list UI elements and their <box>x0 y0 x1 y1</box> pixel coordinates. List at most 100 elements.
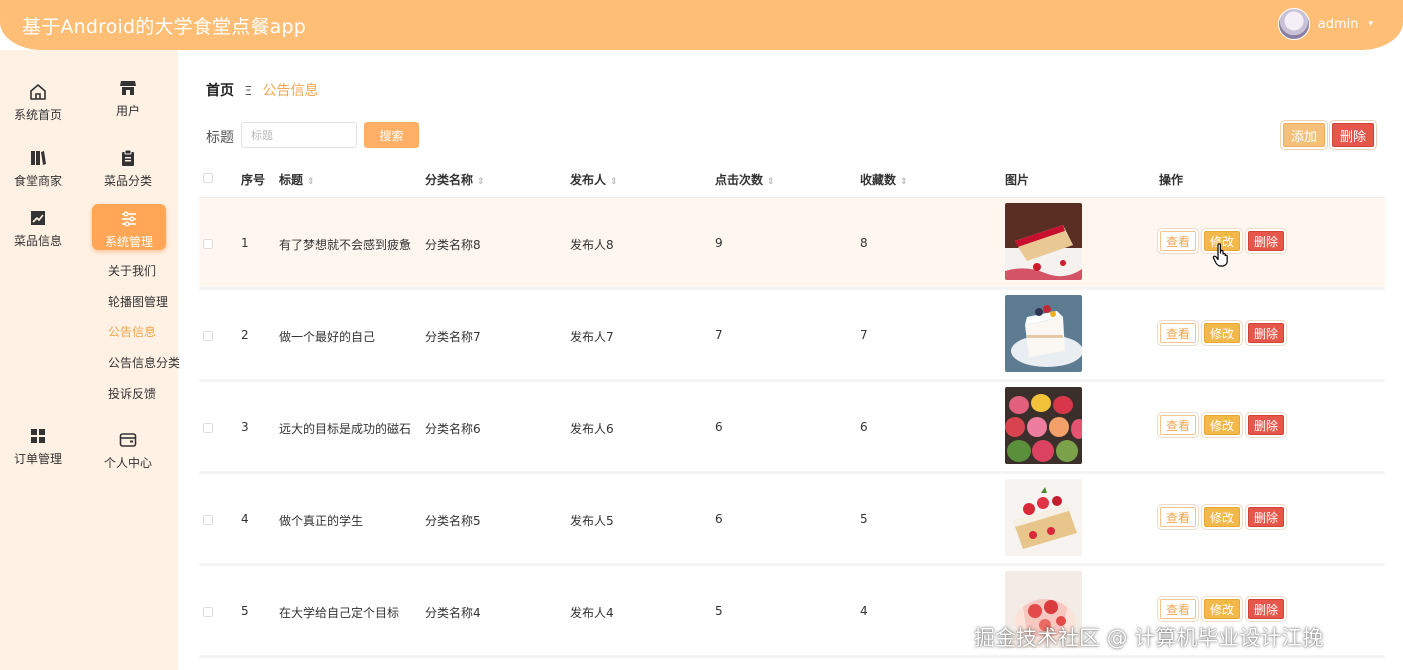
sort-icon[interactable]: ⇕ <box>307 177 315 187</box>
column-header-label: 分类名称 <box>425 173 474 187</box>
cell-category: 分类名称8 <box>425 238 481 252</box>
chevron-down-icon[interactable]: ▾ <box>1368 19 1373 29</box>
cell-index: 4 <box>241 512 249 526</box>
row-checkbox[interactable] <box>203 331 213 341</box>
row-actions: 查看 修改 删除 <box>1160 599 1284 619</box>
table-row[interactable]: 4 做个真正的学生 分类名称5 发布人5 6 5 查看 修改 删除 <box>199 474 1385 566</box>
add-button[interactable]: 添加 <box>1283 123 1325 147</box>
macarons-image <box>1005 387 1082 464</box>
sort-icon[interactable]: ⇕ <box>610 177 618 187</box>
cell-favorites: 8 <box>860 236 868 250</box>
view-button[interactable]: 查看 <box>1160 231 1196 251</box>
cell-index: 1 <box>241 236 249 250</box>
delete-button[interactable]: 删除 <box>1248 599 1284 619</box>
sidebar-subitem-feedback[interactable]: 投诉反馈 <box>108 385 156 402</box>
sidebar-item-label: 系统管理 <box>104 235 153 249</box>
watermark: 掘金技术社区 @ 计算机毕业设计江挽 <box>974 626 1324 650</box>
sidebar-item-orders[interactable]: 订单管理 <box>0 426 76 467</box>
books-icon <box>31 151 46 165</box>
cell-publisher: 发布人5 <box>570 514 614 528</box>
sidebar-item-users[interactable]: 用户 <box>90 78 166 119</box>
sort-icon[interactable]: ⇕ <box>477 177 485 187</box>
username[interactable]: admin <box>1318 17 1359 32</box>
delete-button[interactable]: 删除 <box>1248 231 1284 251</box>
sidebar-item-label: 系统首页 <box>13 108 62 122</box>
cell-publisher: 发布人8 <box>570 238 614 252</box>
clipboard-icon <box>122 149 134 166</box>
sidebar-item-system-management[interactable]: 系统管理 <box>92 204 166 250</box>
column-header-publisher[interactable]: 发布人 ⇕ <box>570 171 618 188</box>
breadcrumb-home[interactable]: 首页 <box>206 83 234 99</box>
sidebar-subitem-about-us[interactable]: 关于我们 <box>108 262 156 279</box>
wallet-icon <box>119 433 137 447</box>
sidebar-item-label: 订单管理 <box>13 452 62 466</box>
row-checkbox[interactable] <box>203 423 213 433</box>
column-header-label: 点击次数 <box>715 173 764 187</box>
sidebar-item-profile[interactable]: 个人中心 <box>90 430 166 471</box>
cell-title: 有了梦想就不会感到疲惫 <box>279 238 412 252</box>
sidebar-item-canteen-merchants[interactable]: 食堂商家 <box>0 148 76 189</box>
sidebar-subitem-announcement-category[interactable]: 公告信息分类 <box>108 354 180 371</box>
search-button[interactable]: 搜索 <box>364 122 419 148</box>
sidebar-subitem-carousel[interactable]: 轮播图管理 <box>108 293 168 310</box>
row-actions: 查看 修改 删除 <box>1160 323 1284 343</box>
strawberry-roll-image <box>1005 479 1082 556</box>
column-header-label: 收藏数 <box>860 173 897 187</box>
sidebar-item-dish-info[interactable]: 菜品信息 <box>0 208 76 249</box>
table-row[interactable]: 3 远大的目标是成功的磁石 分类名称6 发布人6 6 6 查看 修改 删除 <box>199 382 1385 474</box>
view-button[interactable]: 查看 <box>1160 323 1196 343</box>
cell-index: 3 <box>241 420 249 434</box>
sidebar-item-dish-category[interactable]: 菜品分类 <box>90 148 166 189</box>
sort-icon[interactable]: ⇕ <box>767 177 775 187</box>
cell-publisher: 发布人6 <box>570 422 614 436</box>
cell-clicks: 6 <box>715 512 723 526</box>
table-row[interactable]: 2 做一个最好的自己 分类名称7 发布人7 7 7 查看 修改 删除 <box>199 290 1385 382</box>
column-header-label: 发布人 <box>570 173 607 187</box>
sidebar-item-label: 用户 <box>115 104 140 118</box>
edit-button[interactable]: 修改 <box>1204 323 1240 343</box>
cell-clicks: 7 <box>715 328 723 342</box>
cell-publisher: 发布人4 <box>570 606 614 620</box>
user-menu[interactable]: admin ▾ <box>1277 8 1373 40</box>
cell-title: 做个真正的学生 <box>279 514 364 528</box>
column-header-category[interactable]: 分类名称 ⇕ <box>425 171 485 188</box>
announcement-table: 序号 标题 ⇕ 分类名称 ⇕ 发布人 ⇕ 点击次数 ⇕ 收藏数 ⇕ 图片 操作 1 有了梦… <box>199 158 1385 658</box>
row-checkbox[interactable] <box>203 239 213 249</box>
edit-button[interactable]: 修改 <box>1204 415 1240 435</box>
edit-button[interactable]: 修改 <box>1204 507 1240 527</box>
cell-category: 分类名称4 <box>425 606 481 620</box>
column-header-favorites[interactable]: 收藏数 ⇕ <box>860 171 908 188</box>
row-checkbox[interactable] <box>203 515 213 525</box>
column-header-clicks[interactable]: 点击次数 ⇕ <box>715 171 775 188</box>
row-checkbox[interactable] <box>203 607 213 617</box>
breadcrumb-current: 公告信息 <box>262 83 319 99</box>
delete-button[interactable]: 删除 <box>1248 507 1284 527</box>
column-header-title[interactable]: 标题 ⇕ <box>279 171 315 188</box>
chart-icon <box>31 211 45 225</box>
sidebar-item-home[interactable]: 系统首页 <box>0 82 76 123</box>
delete-button[interactable]: 删除 <box>1248 323 1284 343</box>
breadcrumb: 首页 Ξ 公告信息 <box>206 80 319 100</box>
select-all-checkbox[interactable] <box>203 173 213 183</box>
delete-button[interactable]: 删除 <box>1248 415 1284 435</box>
cell-title: 做一个最好的自己 <box>279 330 376 344</box>
search-input[interactable] <box>241 122 357 148</box>
sidebar-item-label: 个人中心 <box>103 456 152 470</box>
view-button[interactable]: 查看 <box>1160 599 1196 619</box>
column-header-image: 图片 <box>1005 173 1030 187</box>
cake-slice-image <box>1005 203 1082 280</box>
view-button[interactable]: 查看 <box>1160 507 1196 527</box>
edit-button[interactable]: 修改 <box>1204 599 1240 619</box>
table-row[interactable]: 1 有了梦想就不会感到疲惫 分类名称8 发布人8 9 8 查看 修改 删除 <box>199 198 1385 290</box>
cell-index: 5 <box>241 604 249 618</box>
sort-icon[interactable]: ⇕ <box>900 177 908 187</box>
avatar[interactable] <box>1277 8 1310 40</box>
cell-clicks: 5 <box>715 604 723 618</box>
app-title: 基于Android的大学食堂点餐app <box>22 16 307 38</box>
bulk-delete-button[interactable]: 删除 <box>1332 123 1374 147</box>
sidebar-subitem-announcements[interactable]: 公告信息 <box>108 323 156 340</box>
sidebar: 系统首页 用户 食堂商家 菜品分类 菜品信息 系统管理 关于我们 轮播图管理 公… <box>0 50 180 670</box>
column-header-index: 序号 <box>241 173 266 187</box>
table-header: 序号 标题 ⇕ 分类名称 ⇕ 发布人 ⇕ 点击次数 ⇕ 收藏数 ⇕ 图片 操作 <box>199 158 1385 198</box>
view-button[interactable]: 查看 <box>1160 415 1196 435</box>
